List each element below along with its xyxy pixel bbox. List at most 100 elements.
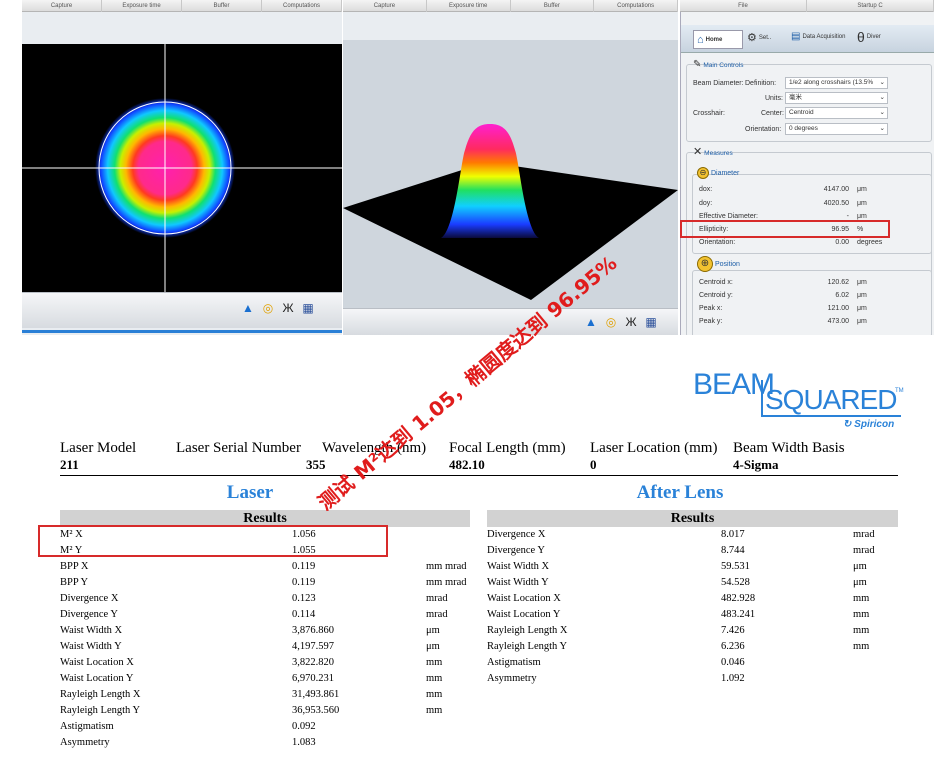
units-select[interactable]: 毫米 ⌄ [785,92,888,104]
beam-2d-image[interactable] [22,44,342,308]
tab-settings[interactable]: ⚙ Set.. [747,31,771,44]
result-row: Waist Location Y 483.241 mm [487,607,898,623]
main-controls-header: ✎ Main Controls [693,59,743,70]
logo-spiricon-text: Spiricon [854,419,895,430]
ribbon-tab[interactable]: Capture [343,0,427,12]
tab-home-label: Home [705,36,723,43]
position-unit: μm [857,305,867,312]
result-unit: mrad [426,609,448,620]
position-label: Centroid y: [699,292,733,299]
result-name: Waist Width X [487,561,550,572]
header-label: Beam Width Basis [733,440,845,456]
position-value: 121.00 [827,305,849,312]
result-value: 7.426 [721,625,745,636]
result-name: BPP Y [60,577,89,588]
logo-bracket [761,380,763,416]
center-value: Centroid [789,109,814,116]
result-name: Rayleigh Length X [487,625,568,636]
result-value: 3,822.820 [292,657,334,668]
header-rule [60,475,898,476]
center-select[interactable]: Centroid ⌄ [785,107,888,119]
result-name: Rayleigh Length Y [60,705,141,716]
result-unit: mm [853,593,870,604]
laser-results-table: M² X 1.056 M² Y 1.055 BPP X 0.119 mm mrad BPP Y… [60,527,470,751]
ribbon-tab[interactable]: Startup C [807,0,934,12]
grid-icon[interactable]: ▦ [643,314,659,330]
result-value: 0.119 [292,577,316,588]
ribbon-tab[interactable]: File [680,0,807,12]
profile-icon[interactable]: Ж [280,300,296,316]
result-name: BPP X [60,561,89,572]
result-value: 0.114 [292,609,316,620]
spiricon-swoosh-icon: ↻ [843,419,852,430]
result-name: Waist Location X [487,593,561,604]
result-row: Astigmatism 0.092 [60,719,470,735]
ribbon-tab[interactable]: Computations [262,0,342,12]
chevron-down-icon: ⌄ [879,94,885,101]
ribbon-tab[interactable]: Exposure time [427,0,511,12]
ribbon-tab[interactable]: Buffer [182,0,262,12]
result-value: 0.123 [292,593,316,604]
result-value: 36,953.560 [292,705,340,716]
result-name: Waist Width Y [60,641,122,652]
result-unit: μm [426,625,440,636]
position-title: Position [714,261,740,268]
result-unit: mm mrad [426,561,467,572]
result-unit: mm [426,657,443,668]
definition-label: Definition: [745,80,777,87]
units-value: 毫米 [789,94,802,101]
result-name: Astigmatism [487,657,541,668]
3d-view-icon[interactable]: ▲ [583,314,599,330]
diameter-header: ⊖ Diameter [697,167,739,179]
measure-unit: μm [857,200,867,207]
diameter-title: Diameter [710,170,740,177]
result-value: 483.241 [721,609,756,620]
crosshair-label: Crosshair: [693,110,725,117]
ribbon-tab[interactable]: Buffer [511,0,595,12]
result-unit: mrad [853,529,875,540]
position-label: Centroid x: [699,279,733,286]
target-icon[interactable]: ◎ [260,300,276,316]
tab-divergence[interactable]: θ Diver [857,29,881,45]
header-label: Laser Serial Number [176,440,301,456]
header-label: Focal Length (mm) [449,440,566,456]
result-name: Divergence Y [60,609,119,620]
result-value: 54.528 [721,577,750,588]
position-unit: μm [857,292,867,299]
position-icon: ⊕ [697,256,713,272]
position-value: 6.02 [835,292,849,299]
home-icon: ⌂ [697,33,704,46]
result-row: Rayleigh Length Y 36,953.560 mm [60,703,470,719]
result-name: Waist Width Y [487,577,549,588]
tab-home[interactable]: ⌂ Home [693,30,743,49]
result-unit: μm [426,641,440,652]
result-name: Waist Location X [60,657,134,668]
definition-select[interactable]: 1/e2 along crosshairs (13.5% ⌄ [785,77,888,89]
result-name: Divergence Y [487,545,546,556]
result-row: Divergence X 8.017 mrad [487,527,898,543]
result-value: 6,970.231 [292,673,334,684]
result-name: Waist Location Y [487,609,561,620]
top-ribbon-tabs-mid: Capture Exposure time Buffer Computations [343,0,678,12]
settings-side-panel: ⌂ Home ⚙ Set.. ▤ Data Acquisition θ Dive… [680,12,934,335]
gear-icon: ⚙ [747,32,757,44]
diameter-icon: ⊖ [697,167,709,179]
beam-3d-panel: ▲ ◎ Ж ▦ [343,12,678,335]
result-value: 1.083 [292,737,316,748]
chevron-down-icon: ⌄ [879,109,885,116]
result-name: Rayleigh Length X [60,689,141,700]
tab-data-acquisition[interactable]: ▤ Data Acquisition [791,31,845,42]
profile-icon[interactable]: Ж [623,314,639,330]
ribbon-tab[interactable]: Capture [22,0,102,12]
beam-3d-image[interactable] [343,40,678,313]
orientation-select[interactable]: 0 degrees ⌄ [785,123,888,135]
center-label: Center: [761,110,784,117]
ribbon-tab[interactable]: Computations [594,0,678,12]
3d-view-icon[interactable]: ▲ [240,300,256,316]
ribbon-tab[interactable]: Exposure time [102,0,182,12]
theta-icon: θ [857,29,865,45]
target-icon[interactable]: ◎ [603,314,619,330]
main-controls-title: Main Controls [703,62,744,69]
result-value: 0.092 [292,721,316,732]
grid-icon[interactable]: ▦ [300,300,316,316]
